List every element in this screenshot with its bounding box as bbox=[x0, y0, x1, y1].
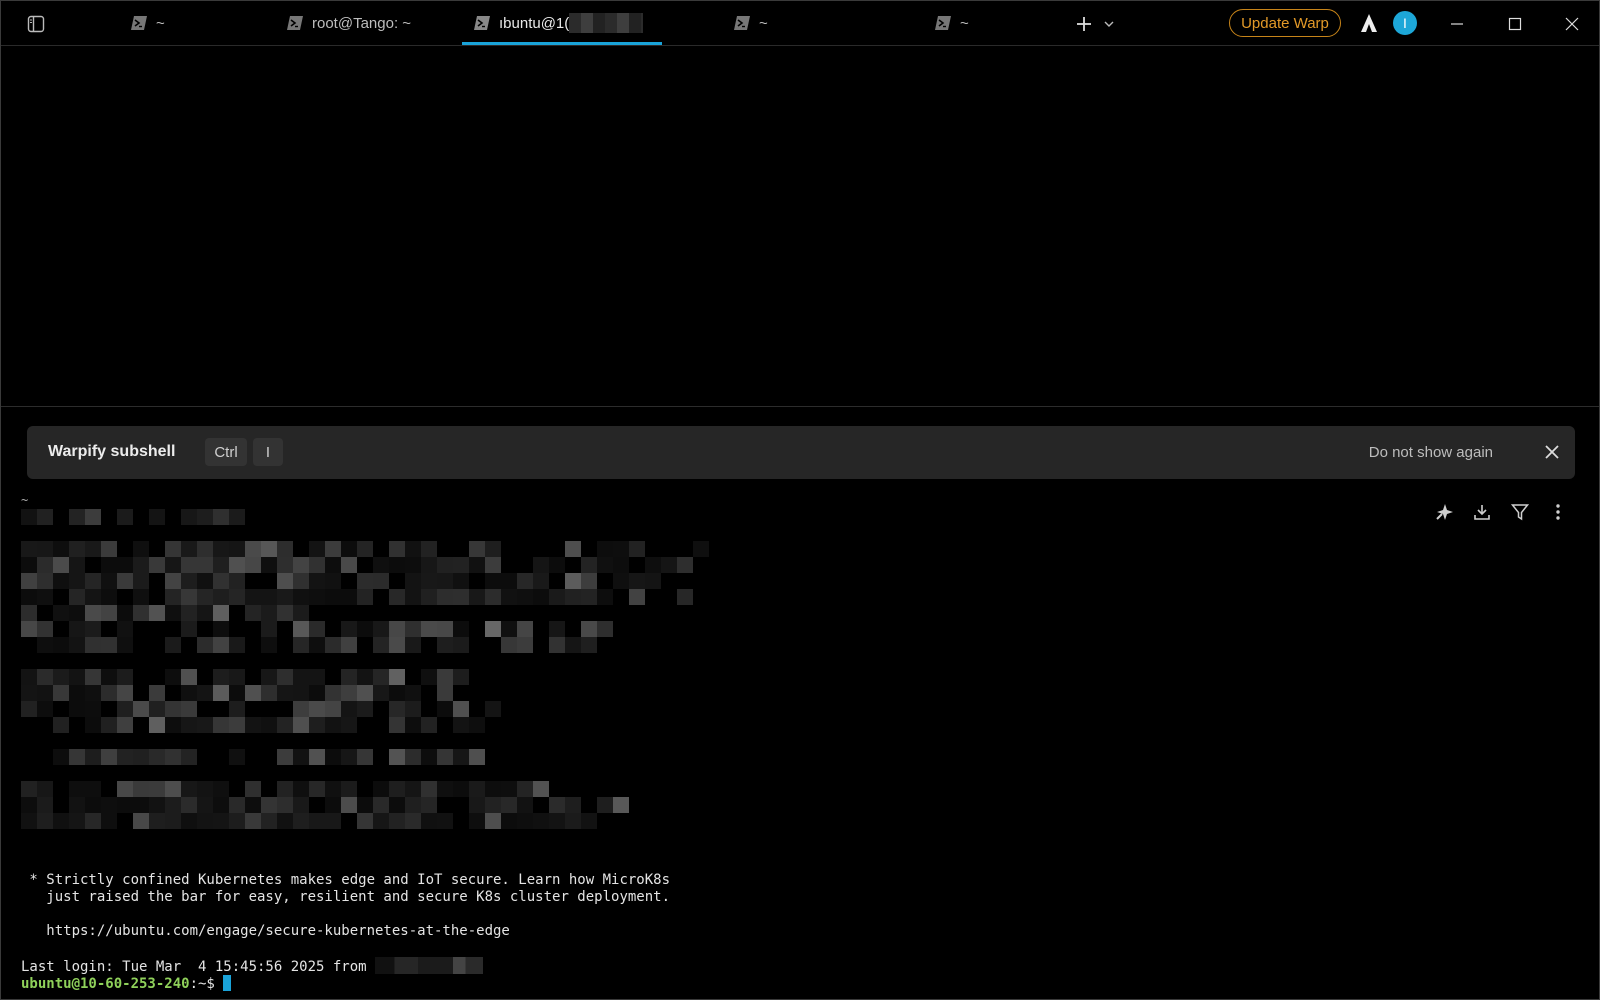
chevron-down-icon[interactable] bbox=[1100, 15, 1118, 33]
close-icon[interactable] bbox=[1541, 441, 1563, 463]
avatar[interactable]: I bbox=[1393, 11, 1417, 35]
title-bar: ~ root@Tango: ~ ıbuntu@1( ~ ~ Update War… bbox=[1, 1, 1599, 46]
redacted-output-block bbox=[21, 509, 709, 829]
banner-title: Warpify subshell bbox=[48, 443, 176, 460]
text-cursor bbox=[223, 975, 232, 991]
close-icon[interactable] bbox=[1561, 13, 1583, 35]
powershell-icon bbox=[287, 16, 303, 30]
redacted-host bbox=[569, 13, 644, 33]
tab-title: root@Tango: ~ bbox=[312, 14, 412, 32]
tab-title: ~ bbox=[960, 14, 969, 32]
warp-logo-icon[interactable] bbox=[1358, 12, 1380, 34]
tab-title: ~ bbox=[759, 14, 768, 32]
last-login-line: Last login: Tue Mar 4 15:45:56 2025 from bbox=[21, 957, 484, 976]
sparkle-icon[interactable] bbox=[1433, 501, 1455, 523]
sidebar-toggle-icon[interactable] bbox=[25, 13, 47, 35]
last-login-text: Last login: Tue Mar 4 15:45:56 2025 from bbox=[21, 959, 376, 975]
download-icon[interactable] bbox=[1471, 501, 1493, 523]
tab-1[interactable]: ~ bbox=[131, 1, 281, 45]
tab-title: ıbuntu@1( bbox=[499, 14, 570, 32]
update-warp-button[interactable]: Update Warp bbox=[1229, 9, 1341, 37]
tab-3-active[interactable]: ıbuntu@1( bbox=[462, 1, 662, 45]
filter-icon[interactable] bbox=[1509, 501, 1531, 523]
warpify-banner: Warpify subshell Ctrl I Do not show agai… bbox=[27, 426, 1575, 479]
prompt-user: ubuntu@10-60-253-240 bbox=[21, 976, 190, 992]
tab-title: ~ bbox=[156, 14, 165, 32]
motd-url[interactable]: https://ubuntu.com/engage/secure-kuberne… bbox=[21, 923, 510, 940]
tab-2[interactable]: root@Tango: ~ bbox=[287, 1, 457, 45]
more-vertical-icon[interactable] bbox=[1547, 501, 1569, 523]
prompt-suffix: :~$ bbox=[189, 976, 224, 992]
shortcut-key-ctrl: Ctrl bbox=[205, 438, 247, 466]
prompt-line[interactable]: ubuntu@10-60-253-240:~$ bbox=[21, 975, 232, 993]
tab-5[interactable]: ~ bbox=[935, 1, 1085, 45]
block-toolbar bbox=[1433, 501, 1569, 523]
powershell-icon bbox=[131, 16, 147, 30]
plus-icon[interactable] bbox=[1073, 13, 1095, 35]
motd-line: * Strictly confined Kubernetes makes edg… bbox=[21, 872, 671, 888]
warp-window: ~ root@Tango: ~ ıbuntu@1( ~ ~ Update War… bbox=[0, 0, 1600, 1000]
maximize-icon[interactable] bbox=[1504, 13, 1526, 35]
tab-4[interactable]: ~ bbox=[734, 1, 884, 45]
pane-divider bbox=[1, 406, 1599, 407]
motd-line: just raised the bar for easy, resilient … bbox=[21, 889, 671, 905]
powershell-icon bbox=[474, 16, 490, 30]
shortcut-key-i: I bbox=[253, 438, 283, 466]
redacted-ip bbox=[375, 957, 484, 974]
powershell-icon bbox=[734, 16, 750, 30]
powershell-icon bbox=[935, 16, 951, 30]
minimize-icon[interactable] bbox=[1446, 13, 1468, 35]
block-cwd-marker: ~ bbox=[21, 493, 29, 507]
do-not-show-again-link[interactable]: Do not show again bbox=[1369, 444, 1493, 461]
